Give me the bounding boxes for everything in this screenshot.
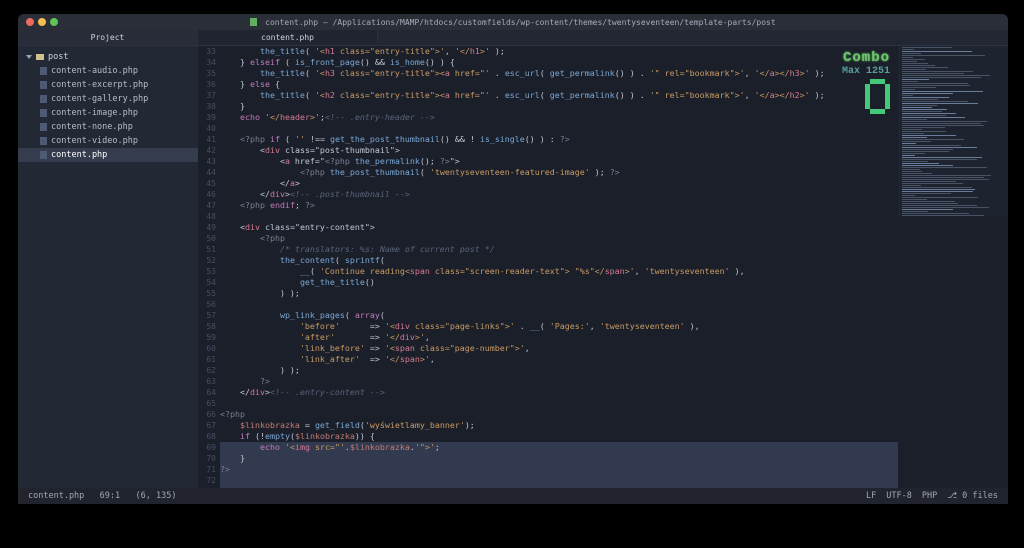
- combo-max: Max 1251: [842, 66, 890, 77]
- titlebar[interactable]: content.php — /Applications/MAMP/htdocs/…: [18, 14, 1008, 30]
- zoom-icon[interactable]: [50, 18, 58, 26]
- tree-item-label: content.php: [51, 150, 107, 160]
- combo-digit: [865, 79, 890, 114]
- file-icon: [40, 137, 47, 145]
- status-right: LF UTF-8 PHP ⎇ 0 files: [866, 491, 998, 501]
- tree-item-content-audio-php[interactable]: content-audio.php: [18, 64, 198, 78]
- tree-folder-post[interactable]: post: [18, 50, 198, 64]
- project-tree[interactable]: post content-audio.php content-excerpt.ph…: [18, 46, 198, 488]
- file-icon: [40, 123, 47, 131]
- status-lang[interactable]: PHP: [922, 491, 937, 501]
- window-title-file: content.php —: [265, 18, 332, 27]
- folder-label: post: [48, 52, 68, 62]
- main-body: post content-audio.php content-excerpt.ph…: [18, 46, 1008, 488]
- code-area[interactable]: the_title( '<h1 class="entry-title">', '…: [220, 46, 898, 488]
- file-icon: [40, 109, 47, 117]
- file-icon: [40, 67, 47, 75]
- status-cursor[interactable]: 69:1: [100, 491, 120, 501]
- editor-window: content.php — /Applications/MAMP/htdocs/…: [18, 14, 1008, 504]
- status-git[interactable]: ⎇ 0 files: [947, 491, 998, 501]
- status-left: content.php 69:1 (6, 135): [28, 491, 176, 501]
- minimap[interactable]: [898, 46, 1008, 216]
- status-line-ending[interactable]: LF: [866, 491, 876, 501]
- combo-label: Combo: [842, 50, 890, 66]
- status-encoding[interactable]: UTF-8: [886, 491, 912, 501]
- tree-item-content-image-php[interactable]: content-image.php: [18, 106, 198, 120]
- status-bar: content.php 69:1 (6, 135) LF UTF-8 PHP ⎇…: [18, 488, 1008, 504]
- code-editor[interactable]: 3334353637383940414243444546474849505152…: [198, 46, 1008, 488]
- file-icon: [40, 95, 47, 103]
- file-icon: [250, 18, 257, 26]
- chevron-down-icon: [26, 55, 32, 59]
- tab-bar: Project content.php: [18, 30, 1008, 46]
- close-icon[interactable]: [26, 18, 34, 26]
- minimize-icon[interactable]: [38, 18, 46, 26]
- tree-item-content-php[interactable]: content.php: [18, 148, 198, 162]
- tree-item-label: content-none.php: [51, 122, 133, 132]
- tree-item-label: content-audio.php: [51, 66, 138, 76]
- status-file: content.php: [28, 491, 84, 501]
- tree-item-label: content-gallery.php: [51, 94, 148, 104]
- tree-item-label: content-image.php: [51, 108, 138, 118]
- line-number-gutter[interactable]: 3334353637383940414243444546474849505152…: [198, 46, 220, 488]
- tab-file[interactable]: content.php: [198, 30, 378, 45]
- tree-item-content-video-php[interactable]: content-video.php: [18, 134, 198, 148]
- file-icon: [40, 151, 47, 159]
- window-title-path: /Applications/MAMP/htdocs/customfields/w…: [333, 18, 776, 27]
- folder-icon: [36, 54, 44, 60]
- window-title: content.php — /Applications/MAMP/htdocs/…: [18, 18, 1008, 27]
- tree-item-label: content-excerpt.php: [51, 80, 148, 90]
- status-coords: (6, 135): [136, 491, 177, 501]
- combo-widget: Combo Max 1251: [842, 50, 890, 117]
- tree-item-content-none-php[interactable]: content-none.php: [18, 120, 198, 134]
- tree-item-content-excerpt-php[interactable]: content-excerpt.php: [18, 78, 198, 92]
- tab-project[interactable]: Project: [18, 30, 198, 45]
- file-icon: [40, 81, 47, 89]
- traffic-lights: [18, 18, 58, 26]
- tree-item-content-gallery-php[interactable]: content-gallery.php: [18, 92, 198, 106]
- tree-item-label: content-video.php: [51, 136, 138, 146]
